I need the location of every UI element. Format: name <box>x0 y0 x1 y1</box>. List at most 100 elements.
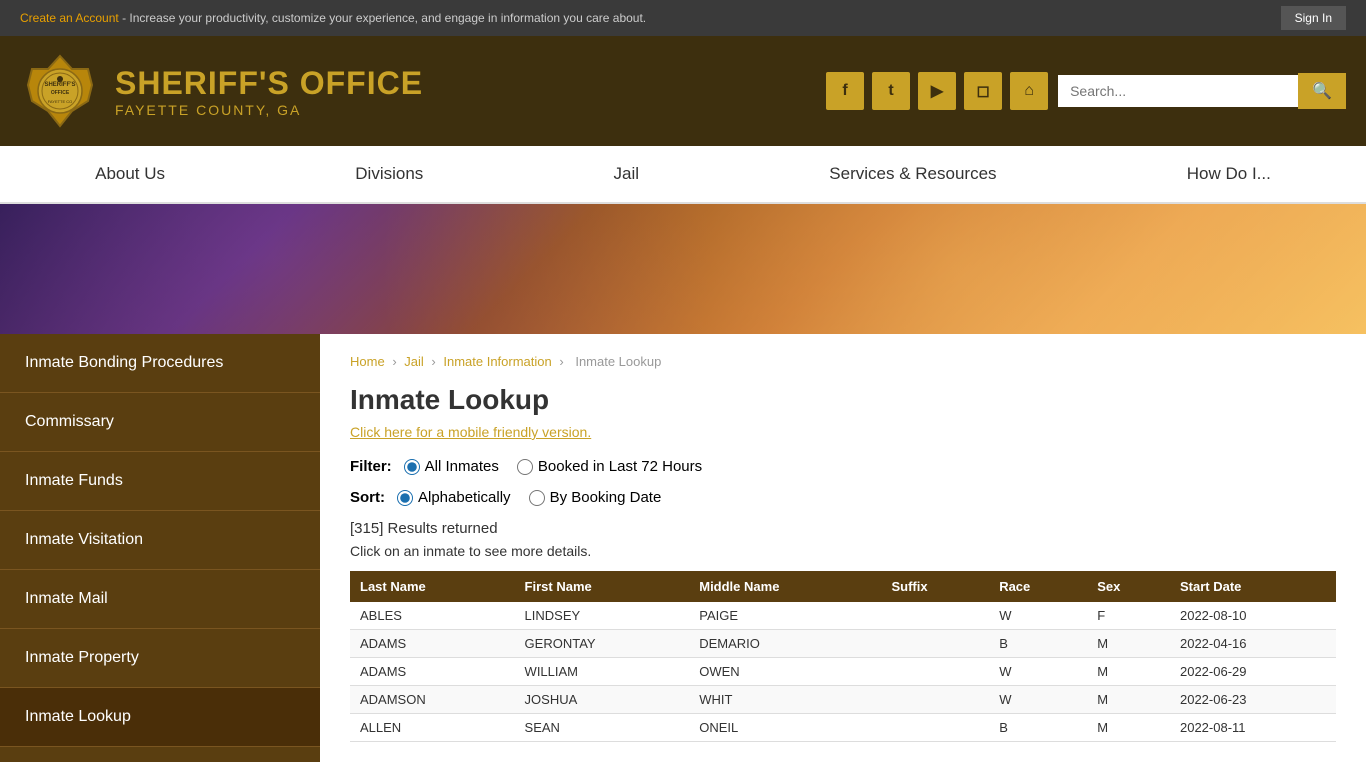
table-cell: 2022-08-10 <box>1170 602 1336 630</box>
col-race: Race <box>989 571 1087 602</box>
top-bar: Create an Account - Increase your produc… <box>0 0 1366 36</box>
sheriff-badge-icon: SHERIFF'S OFFICE FAYETTE CO <box>20 51 100 131</box>
table-cell: PAIGE <box>689 602 881 630</box>
table-cell: B <box>989 630 1087 658</box>
sort-booking-date[interactable]: By Booking Date <box>529 489 662 506</box>
col-suffix: Suffix <box>881 571 989 602</box>
table-cell: ALLEN <box>350 714 515 742</box>
table-cell: WILLIAM <box>515 658 690 686</box>
top-bar-text: Create an Account - Increase your produc… <box>20 11 646 25</box>
table-cell <box>881 630 989 658</box>
sidebar-item-bonding[interactable]: Inmate Bonding Procedures <box>0 334 320 393</box>
table-cell: 2022-06-23 <box>1170 686 1336 714</box>
social-icons-group: f t ▶ ◻ ⌂ <box>826 72 1048 110</box>
nav-jail[interactable]: Jail <box>584 146 670 202</box>
table-cell <box>881 658 989 686</box>
page-layout: Inmate Bonding Procedures Commissary Inm… <box>0 334 1366 762</box>
search-button[interactable]: 🔍 <box>1298 73 1346 109</box>
table-cell: ADAMSON <box>350 686 515 714</box>
sidebar-item-visitation[interactable]: Inmate Visitation <box>0 511 320 570</box>
filter-radio-group: All Inmates Booked in Last 72 Hours <box>404 458 702 475</box>
click-inmate-text: Click on an inmate to see more details. <box>350 543 1336 559</box>
table-cell: ADAMS <box>350 658 515 686</box>
sort-label: Sort: <box>350 489 385 506</box>
nav-divisions[interactable]: Divisions <box>325 146 453 202</box>
search-input[interactable] <box>1058 75 1298 107</box>
nav-about-us[interactable]: About Us <box>65 146 195 202</box>
filter-all-radio[interactable] <box>404 459 420 475</box>
nav-how-do-i[interactable]: How Do I... <box>1157 146 1301 202</box>
sidebar: Inmate Bonding Procedures Commissary Inm… <box>0 334 320 762</box>
site-title: SHERIFF'S OFFICE <box>115 65 423 102</box>
table-cell: M <box>1087 658 1170 686</box>
col-middle-name: Middle Name <box>689 571 881 602</box>
facebook-icon[interactable]: f <box>826 72 864 110</box>
table-cell <box>881 714 989 742</box>
table-row[interactable]: ADAMSONJOSHUAWHIT WM2022-06-23 <box>350 686 1336 714</box>
table-cell: DEMARIO <box>689 630 881 658</box>
table-cell: JOSHUA <box>515 686 690 714</box>
table-cell: W <box>989 686 1087 714</box>
table-row[interactable]: ALLENSEANONEILBM2022-08-11 <box>350 714 1336 742</box>
sidebar-item-funds[interactable]: Inmate Funds <box>0 452 320 511</box>
breadcrumb-sep-2: › <box>431 354 439 369</box>
table-cell: M <box>1087 714 1170 742</box>
sidebar-item-lookup[interactable]: Inmate Lookup <box>0 688 320 747</box>
col-start-date: Start Date <box>1170 571 1336 602</box>
table-cell: W <box>989 602 1087 630</box>
breadcrumb: Home › Jail › Inmate Information › Inmat… <box>350 354 1336 369</box>
filter-last-72[interactable]: Booked in Last 72 Hours <box>517 458 702 475</box>
page-title: Inmate Lookup <box>350 384 1336 416</box>
col-last-name: Last Name <box>350 571 515 602</box>
table-cell: WHIT <box>689 686 881 714</box>
logo-area: SHERIFF'S OFFICE FAYETTE CO SHERIFF'S OF… <box>20 51 423 131</box>
table-cell: ONEIL <box>689 714 881 742</box>
home-icon[interactable]: ⌂ <box>1010 72 1048 110</box>
table-cell: M <box>1087 686 1170 714</box>
sort-alpha[interactable]: Alphabetically <box>397 489 511 506</box>
svg-text:FAYETTE CO: FAYETTE CO <box>48 99 73 104</box>
filter-row: Filter: All Inmates Booked in Last 72 Ho… <box>350 458 1336 475</box>
filter-label: Filter: <box>350 458 392 475</box>
table-row[interactable]: ADAMSGERONTAYDEMARIO BM2022-04-16 <box>350 630 1336 658</box>
svg-text:OFFICE: OFFICE <box>51 90 70 96</box>
mobile-link[interactable]: Click here for a mobile friendly version… <box>350 424 1336 440</box>
nav-services-resources[interactable]: Services & Resources <box>799 146 1026 202</box>
table-cell: 2022-04-16 <box>1170 630 1336 658</box>
table-cell: M <box>1087 630 1170 658</box>
sort-date-radio[interactable] <box>529 490 545 506</box>
col-sex: Sex <box>1087 571 1170 602</box>
main-content: Home › Jail › Inmate Information › Inmat… <box>320 334 1366 762</box>
youtube-icon[interactable]: ▶ <box>918 72 956 110</box>
table-cell: ADAMS <box>350 630 515 658</box>
sidebar-item-property[interactable]: Inmate Property <box>0 629 320 688</box>
table-cell: GERONTAY <box>515 630 690 658</box>
table-row[interactable]: ADAMSWILLIAMOWENWM2022-06-29 <box>350 658 1336 686</box>
instagram-icon[interactable]: ◻ <box>964 72 1002 110</box>
filter-72-radio[interactable] <box>517 459 533 475</box>
hero-banner <box>0 204 1366 334</box>
table-cell <box>881 602 989 630</box>
svg-text:SHERIFF'S: SHERIFF'S <box>44 82 75 88</box>
table-cell: ABLES <box>350 602 515 630</box>
sort-alpha-radio[interactable] <box>397 490 413 506</box>
table-cell: B <box>989 714 1087 742</box>
header-right: f t ▶ ◻ ⌂ 🔍 <box>826 72 1346 110</box>
sidebar-item-mail[interactable]: Inmate Mail <box>0 570 320 629</box>
create-account-link[interactable]: Create an Account <box>20 11 119 25</box>
inmate-table: Last Name First Name Middle Name Suffix … <box>350 571 1336 742</box>
breadcrumb-home[interactable]: Home <box>350 354 385 369</box>
sort-radio-group: Alphabetically By Booking Date <box>397 489 661 506</box>
breadcrumb-sep-3: › <box>559 354 567 369</box>
sign-in-button[interactable]: Sign In <box>1281 6 1346 30</box>
twitter-icon[interactable]: t <box>872 72 910 110</box>
main-nav: About Us Divisions Jail Services & Resou… <box>0 146 1366 204</box>
sidebar-item-commissary[interactable]: Commissary <box>0 393 320 452</box>
sort-row: Sort: Alphabetically By Booking Date <box>350 489 1336 506</box>
table-row[interactable]: ABLESLINDSEYPAIGEWF2022-08-10 <box>350 602 1336 630</box>
breadcrumb-sep-1: › <box>392 354 400 369</box>
breadcrumb-inmate-info[interactable]: Inmate Information <box>443 354 551 369</box>
breadcrumb-jail[interactable]: Jail <box>404 354 424 369</box>
site-subtitle: FAYETTE COUNTY, GA <box>115 102 423 118</box>
filter-all-inmates[interactable]: All Inmates <box>404 458 499 475</box>
